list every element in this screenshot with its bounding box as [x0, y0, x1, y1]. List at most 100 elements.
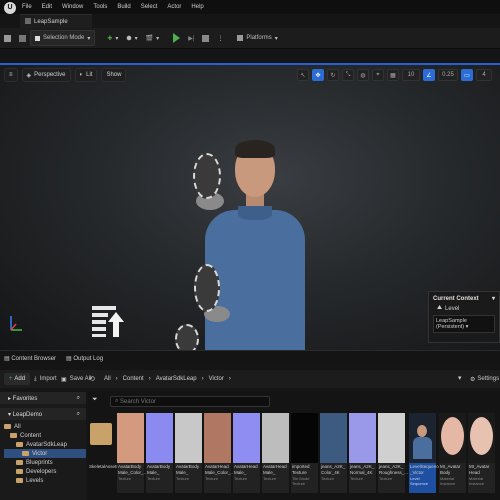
more-vert-icon: ⋮	[217, 35, 224, 42]
tab-output-log-label: Output Log	[73, 356, 104, 362]
play-button[interactable]	[169, 31, 184, 45]
asset-tile[interactable]: imported Texture Tile Mode Texture	[291, 413, 318, 493]
breadcrumb-item[interactable]: Victor	[209, 376, 224, 382]
asset-tile[interactable]: jeans_A2K_ Color_4K Texture	[320, 413, 347, 493]
tab-content-browser-label: Content Browser	[11, 356, 57, 362]
project-section[interactable]: ▾ LeapDemo ⌕	[0, 408, 86, 420]
camera-speed-value[interactable]: 4	[476, 69, 492, 81]
rotate-icon[interactable]: ↻	[327, 69, 339, 81]
folder-tree: All Content AvatarSdkLeap Victor Bluepri…	[0, 420, 86, 485]
tree-item-all[interactable]: All	[4, 422, 86, 431]
tab-output-log[interactable]: ▤ Output Log	[66, 355, 103, 362]
cinematics-button[interactable]: 🎬 ▾	[142, 31, 164, 45]
add-content-button[interactable]: ✚ ▾	[103, 31, 122, 45]
menu-build[interactable]: Build	[117, 4, 130, 10]
menu-edit[interactable]: Edit	[42, 4, 52, 10]
asset-thumbnail	[175, 413, 202, 463]
menu-help[interactable]: Help	[191, 4, 203, 10]
play-options-button[interactable]: ⋮	[213, 31, 227, 45]
asset-tile[interactable]: AvatarHead Male_ Texture	[262, 413, 289, 493]
menu-actor[interactable]: Actor	[167, 4, 181, 10]
asset-tile[interactable]: LevelSequence _Victor Level Sequence	[409, 413, 441, 493]
lit-button[interactable]: ◐ Lit	[74, 68, 98, 82]
project-text: LeapDemo	[12, 411, 43, 418]
blueprints-button[interactable]: ⬢ ▾	[122, 31, 141, 45]
asset-type: Material Instance	[440, 476, 456, 486]
perspective-button[interactable]: ◈ Perspective	[21, 68, 71, 82]
world-icon[interactable]: ◍	[357, 69, 369, 81]
sources-panel: ▸ Favorites ⌕ ▾ LeapDemo ⌕ All Content A…	[0, 392, 86, 500]
level-select[interactable]: LeapSample (Persistent) ▾	[433, 315, 495, 333]
show-button[interactable]: Show	[101, 68, 127, 82]
settings-button[interactable]: ⚙ Settings	[470, 373, 499, 385]
tab-content-browser[interactable]: ▤ Content Browser	[4, 355, 56, 362]
avatar-hair	[235, 140, 275, 158]
asset-tile[interactable]: MI_Avatar Body Material Instance	[439, 413, 466, 493]
save-button[interactable]	[0, 31, 15, 45]
search-icon[interactable]: ⌕	[77, 395, 80, 402]
breadcrumb-item[interactable]: AvatarSdkLeap	[156, 376, 197, 382]
search-placeholder: Search Victor	[120, 398, 156, 405]
asset-tile[interactable]: AvatarHead Male_Color_... Texture	[204, 413, 234, 493]
chevron-down-icon: ▾	[274, 35, 278, 42]
scale-snap-value[interactable]: 0.25	[438, 69, 458, 81]
asset-tile[interactable]: AvatarBody Male_Color_... Texture	[117, 413, 147, 493]
search-input[interactable]: ⌕ Search Victor	[110, 396, 270, 407]
level-row: ⛰ Level	[437, 305, 495, 312]
asset-thumbnail	[468, 413, 495, 463]
stop-button[interactable]	[198, 31, 213, 45]
asset-tile[interactable]: AvatarBody Male_ Texture	[175, 413, 202, 493]
asset-tile[interactable]: SkeletalAssets	[88, 413, 119, 493]
breadcrumb-item[interactable]: All	[104, 376, 111, 382]
favorites-section[interactable]: ▸ Favorites ⌕	[0, 392, 86, 404]
surface-snap-icon[interactable]: ⌖	[372, 69, 384, 81]
asset-tile[interactable]: jeans_A2K_ Normal_4K Texture	[349, 413, 376, 493]
asset-tile[interactable]: AvatarHead Male_ Texture	[233, 413, 260, 493]
history-icon[interactable]: ⟲	[89, 375, 95, 383]
viewport-menu-button[interactable]: ≡	[4, 68, 18, 82]
platforms-icon	[237, 35, 244, 41]
asset-tile[interactable]: MI_Avatar Head Material Instance	[468, 413, 495, 493]
search-icon[interactable]: ⌕	[77, 411, 80, 418]
menu-tools[interactable]: Tools	[93, 4, 107, 10]
favorites-text: Favorites	[12, 395, 38, 402]
light-gizmo-icon[interactable]	[193, 153, 221, 199]
chevron-right-icon: ›	[115, 376, 118, 382]
camera-speed-icon[interactable]: ▭	[461, 69, 473, 81]
player-start-icon[interactable]	[90, 304, 124, 338]
translate-icon[interactable]: ✥	[312, 69, 324, 81]
select-icon[interactable]: ↖	[297, 69, 309, 81]
tree-item-levels[interactable]: Levels	[4, 476, 86, 485]
tree-item-victor[interactable]: Victor	[4, 449, 86, 458]
chevron-down-icon[interactable]: ▾	[492, 295, 495, 302]
asset-thumbnail	[233, 413, 260, 463]
add-button[interactable]: + Add	[4, 373, 30, 385]
asset-tile[interactable]: AvatarBody Male_ Texture	[146, 413, 173, 493]
platforms-button[interactable]: Platforms ▾	[233, 31, 281, 45]
tree-item-content[interactable]: Content	[4, 431, 86, 440]
step-button[interactable]: ▶|	[184, 31, 198, 45]
asset-type: Level Sequence	[410, 476, 429, 486]
filter-icon[interactable]: ⏷	[92, 396, 98, 404]
tree-item-blueprints[interactable]: Blueprints	[4, 458, 86, 467]
grid-snap-icon[interactable]: ▦	[387, 69, 399, 81]
grid-size-button[interactable]: 10	[402, 69, 420, 81]
tree-item-developers[interactable]: Developers	[4, 467, 86, 476]
breadcrumb-item[interactable]: Content	[123, 376, 144, 382]
save-all-button[interactable]: ▣ Save All	[61, 373, 91, 385]
modes-button[interactable]	[15, 31, 30, 45]
selection-mode-dropdown[interactable]: Selection Mode ▾	[30, 30, 96, 46]
menu-window[interactable]: Window	[62, 4, 83, 10]
hamburger-icon: ≡	[9, 72, 13, 78]
menu-file[interactable]: File	[22, 4, 32, 10]
light-gizmo-icon[interactable]	[194, 264, 220, 312]
tree-label: Victor	[32, 450, 48, 457]
asset-tile[interactable]: jeans_A2K_ Roughness_... Texture	[378, 413, 408, 493]
chevron-down-icon[interactable]: ▾	[458, 374, 462, 382]
rotation-snap-icon[interactable]: ∠	[423, 69, 435, 81]
tree-item-avatarsdkleap[interactable]: AvatarSdkLeap	[4, 440, 86, 449]
menu-select[interactable]: Select	[141, 4, 158, 10]
unreal-logo-icon[interactable]: U	[4, 2, 16, 14]
scale-icon[interactable]: ⤡	[342, 69, 354, 81]
import-button[interactable]: ⤓ Import	[34, 373, 57, 385]
